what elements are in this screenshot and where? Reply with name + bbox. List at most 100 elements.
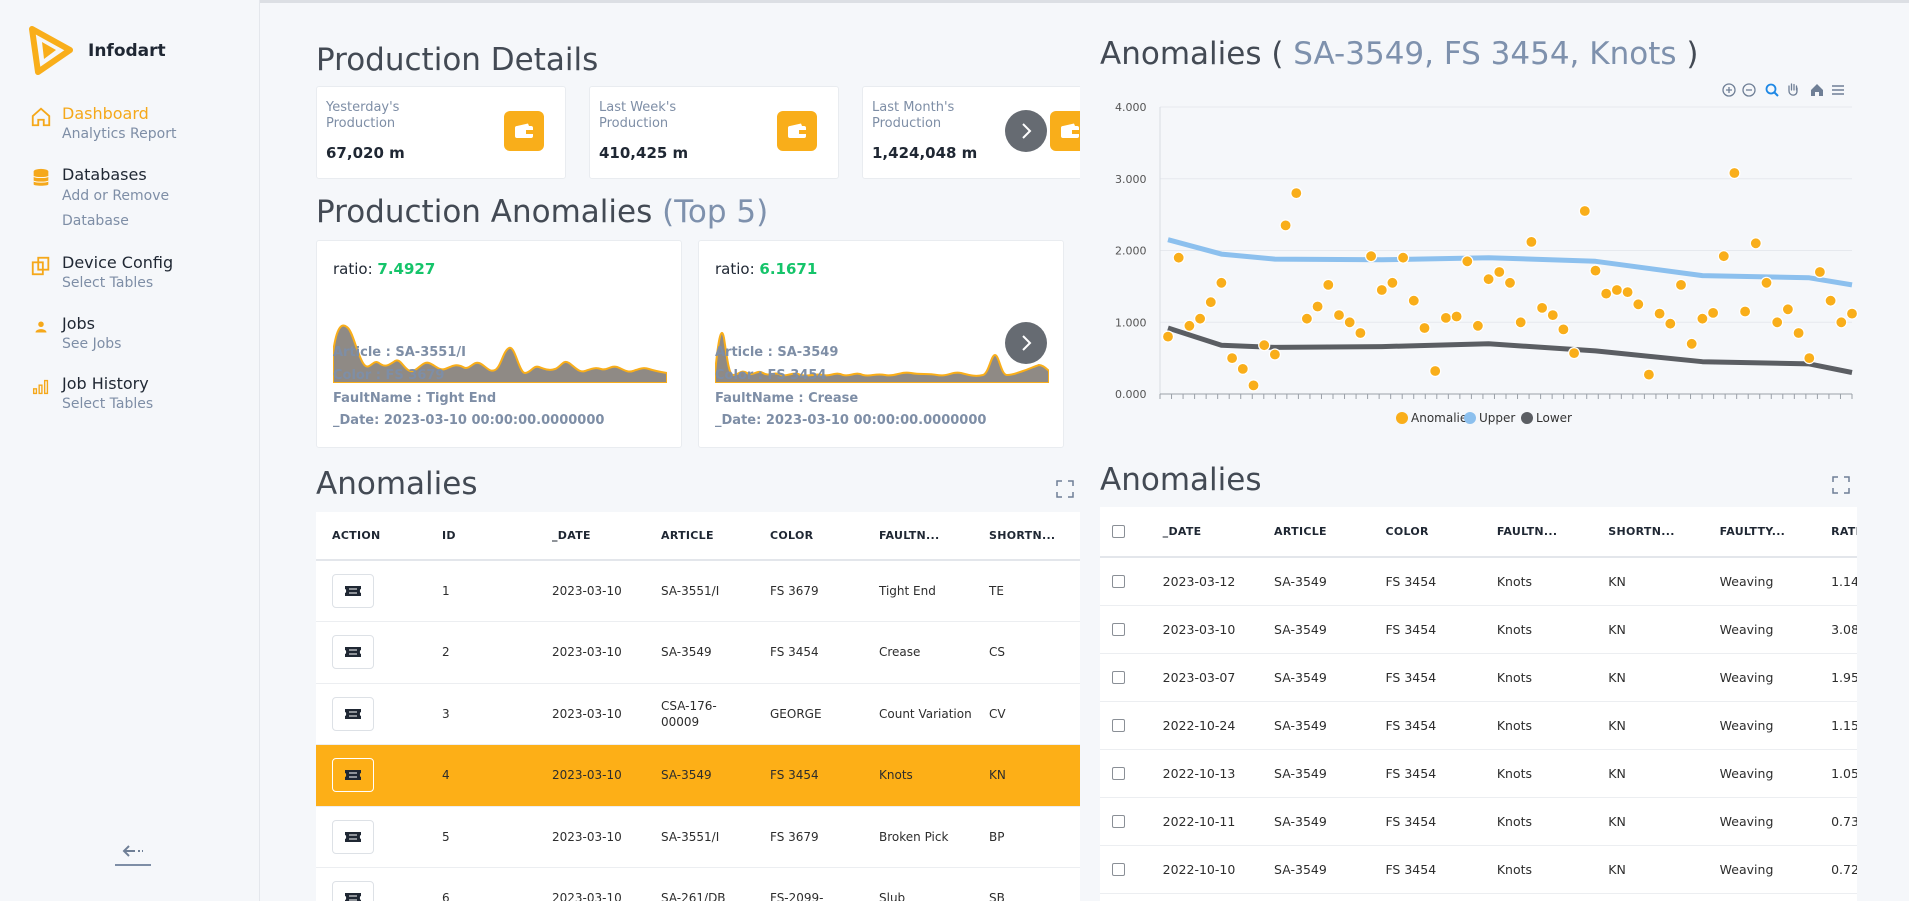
table-cell-date: 2023-03-10 (1150, 605, 1263, 654)
fullscreen-icon[interactable] (1832, 476, 1850, 494)
sidebar-item-device-config[interactable]: Device Config Select Tables (30, 253, 173, 294)
row-checkbox[interactable] (1112, 622, 1125, 636)
select-cell (1100, 653, 1151, 702)
ticket-action-button[interactable] (332, 881, 374, 901)
select-cell (1100, 701, 1151, 750)
row-checkbox[interactable] (1112, 766, 1125, 780)
production-card-last-month[interactable]: Last Month's Production 1,424,048 m (862, 86, 1080, 179)
table-row[interactable]: 2023-03-07 SA-3549 FS 3454 Knots KN Weaving 1.… (1100, 653, 1857, 702)
sidebar-item-dashboard[interactable]: Dashboard Analytics Report (30, 104, 176, 145)
column-header[interactable]: FAULTN... (1484, 507, 1597, 558)
ticket-action-button[interactable] (332, 758, 374, 793)
anomaly-point (1685, 337, 1698, 350)
column-header[interactable]: ARTICLE (1262, 507, 1374, 558)
table-cell-ratio: 1.147 (1819, 557, 1857, 606)
select-all-checkbox[interactable] (1112, 525, 1125, 538)
row-checkbox[interactable] (1112, 670, 1125, 684)
anomaly-point (1600, 287, 1613, 300)
top-border (0, 0, 1909, 3)
table-cell-ratio: 1.052 (1819, 749, 1857, 798)
column-header[interactable]: COLOR (1373, 507, 1485, 558)
sidebar-item-job-history[interactable]: Job History Select Tables (30, 374, 153, 415)
y-tick-label: 4.000 (1115, 101, 1147, 114)
table-row[interactable]: 6 2023-03-10 SA-261/DB FS-2099- Slub SB (316, 867, 1080, 901)
ticket-action-button[interactable] (332, 696, 374, 731)
row-checkbox[interactable] (1112, 862, 1125, 876)
table-row[interactable]: 5 2023-03-10 SA-3551/I FS 3679 Broken Pick BP (316, 806, 1080, 868)
collapse-sidebar-button[interactable] (115, 838, 151, 866)
legend-marker (1396, 412, 1408, 424)
ticket-action-button[interactable] (332, 819, 374, 854)
column-header[interactable]: FAULTN... (863, 512, 973, 561)
column-header[interactable]: _DATE (536, 512, 645, 561)
ticket-icon (345, 831, 361, 842)
table-cell-short: KN (1596, 605, 1708, 654)
anomalies-table-left: ACTION ID _DATE ARTICLE COLOR FAULTN... … (316, 512, 1080, 901)
table-row[interactable]: 2022-10-24 SA-3549 FS 3454 Knots KN Weaving 1.… (1100, 701, 1857, 750)
production-card-label: Last Week's Production (599, 100, 677, 131)
ticket-action-button[interactable] (332, 635, 374, 670)
table-row[interactable]: 2022-10-11 SA-3549 FS 3454 Knots KN Weaving 0.… (1100, 797, 1857, 846)
table-cell-color: FS-2099- (754, 867, 863, 901)
production-card-yesterday[interactable]: Yesterday's Production 67,020 m (316, 86, 566, 179)
table-row[interactable]: 2023-03-10 SA-3549 FS 3454 Knots KN Weaving 3.… (1100, 605, 1857, 654)
table-cell-fault: Slub (863, 867, 973, 901)
anomaly-point (1407, 294, 1420, 307)
table-cell-date: 2023-03-10 (536, 683, 645, 745)
anomaly-point (1418, 321, 1431, 335)
ticket-action-button[interactable] (332, 574, 374, 608)
sidebar-item-sub: Database (62, 213, 129, 229)
table-cell-date: 2023-03-12 (1150, 557, 1263, 606)
sidebar-item-jobs[interactable]: Jobs See Jobs (30, 314, 121, 355)
column-header[interactable]: SHORTN... (973, 512, 1080, 561)
sidebar-item-sub: Analytics Report (62, 126, 177, 142)
anomaly-point (1835, 316, 1848, 329)
anomaly-point (1439, 311, 1452, 324)
production-next-button[interactable] (1005, 110, 1047, 152)
column-header[interactable]: FAULTTY... (1707, 507, 1820, 558)
row-checkbox[interactable] (1112, 814, 1125, 828)
production-card-last-week[interactable]: Last Week's Production 410,425 m (589, 86, 839, 179)
table-header-row: ACTION ID _DATE ARTICLE COLOR FAULTN... … (316, 512, 1080, 561)
table-row[interactable]: 2022-10-13 SA-3549 FS 3454 Knots KN Weaving 1.… (1100, 749, 1857, 798)
action-cell (316, 683, 426, 745)
anomaly-point (1332, 309, 1346, 322)
anomaly-point (1247, 379, 1260, 392)
anomaly-point (1354, 326, 1367, 340)
table-cell-fault: Tight End (863, 560, 973, 622)
brand[interactable]: Infodart (28, 26, 166, 76)
column-header[interactable]: RATIO (1819, 507, 1857, 558)
table-row[interactable]: 2023-03-12 SA-3549 FS 3454 Knots KN Weaving 1.… (1100, 557, 1857, 606)
table-row[interactable]: 3 2023-03-10 CSA-176-00009 GEORGE Count Vari… (316, 683, 1080, 745)
row-checkbox[interactable] (1112, 718, 1125, 732)
action-cell (316, 744, 426, 807)
table-cell-article: SA-3549 (1262, 605, 1374, 654)
table-cell-fault: Knots (1484, 653, 1597, 702)
table-row[interactable]: 4 2023-03-10 SA-3549 FS 3454 Knots KN (316, 744, 1080, 807)
table-cell-short: KN (1596, 797, 1708, 846)
fullscreen-icon[interactable] (1056, 480, 1074, 498)
table-row[interactable]: 1 2023-03-10 SA-3551/I FS 3679 Tight End TE (316, 560, 1080, 622)
table-row[interactable]: 2022-10-10 SA-3549 FS 3454 Knots KN Weaving 0.… (1100, 845, 1857, 894)
row-checkbox[interactable] (1112, 574, 1125, 588)
anomaly-point (1845, 307, 1859, 320)
anomaly-fault: FaultName : Tight End (333, 391, 497, 406)
column-header[interactable]: _DATE (1150, 507, 1263, 558)
production-card-label: Yesterday's Production (326, 100, 400, 131)
column-header[interactable]: COLOR (754, 512, 863, 561)
anomaly-point (1642, 368, 1656, 381)
anomaly-article: Article : SA-3551/I (333, 345, 466, 360)
column-header[interactable]: ARTICLE (645, 512, 754, 561)
table-cell-article: SA-3549 (1262, 701, 1374, 750)
sidebar-item-databases[interactable]: Databases Add or Remove Database (30, 165, 169, 234)
anomaly-point (1397, 251, 1410, 264)
table-row[interactable]: 2 2023-03-10 SA-3549 FS 3454 Crease CS (316, 621, 1080, 684)
column-header[interactable]: ID (426, 512, 536, 561)
table-cell-fault: Crease (863, 621, 973, 684)
anomalies-next-button[interactable] (1005, 322, 1047, 364)
column-header[interactable]: ACTION (316, 512, 426, 561)
anomaly-card-1[interactable]: ratio: 7.4927 Article : SA-3551/I Color … (316, 240, 682, 448)
table-cell-id: 3 (426, 683, 536, 745)
column-header[interactable]: SHORTN... (1596, 507, 1708, 558)
anomaly-article: Article : SA-3549 (715, 345, 839, 360)
